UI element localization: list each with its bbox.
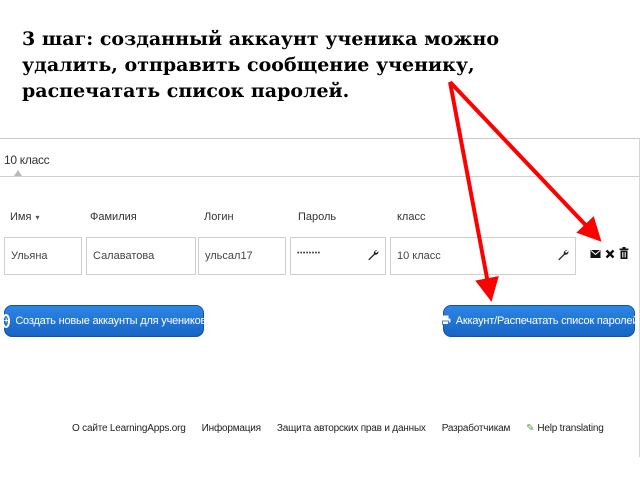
last-name-field[interactable]: Салаватова [86, 237, 196, 275]
first-name-value: Ульяна [11, 250, 48, 262]
footer-link-developers[interactable]: Разработчикам [442, 423, 511, 434]
footer-link-about[interactable]: О сайте LearningApps.org [72, 423, 186, 434]
caret-up-icon [14, 170, 22, 176]
header-class: класс [397, 211, 426, 223]
sort-down-icon[interactable]: ▾ [35, 213, 39, 222]
close-icon[interactable] [605, 248, 615, 262]
instruction-line-2: удалить, отправить сообщение ученику, [22, 54, 475, 76]
class-title[interactable]: 10 класс [4, 153, 50, 167]
footer-links: О сайте LearningApps.org Информация Защи… [72, 423, 604, 434]
footer-link-translate[interactable]: ✎ Help translating [526, 423, 604, 434]
password-field[interactable]: •••••••• [290, 237, 386, 275]
login-value: ульсал17 [205, 250, 253, 262]
footer-link-translate-label: Help translating [537, 423, 604, 434]
header-password: Пароль [298, 211, 337, 223]
wrench-icon[interactable] [557, 249, 569, 264]
footer-link-copyright[interactable]: Защита авторских прав и данных [277, 423, 426, 434]
create-accounts-button[interactable]: + Создать новые аккаунты для учеников [1, 305, 207, 337]
trash-icon[interactable] [619, 247, 629, 262]
password-value: •••••••• [297, 250, 321, 257]
footer-link-info[interactable]: Информация [202, 423, 261, 434]
last-name-value: Салаватова [93, 250, 155, 262]
screenshot-panel: 10 класс Имя ▾ Фамилия Логин Пароль класс… [0, 138, 640, 457]
puzzle-icon: ✎ [526, 423, 535, 434]
header-last-name: Фамилия [90, 211, 137, 223]
plus-circle-icon: + [1, 314, 11, 328]
class-value: 10 класс [397, 250, 441, 262]
print-passwords-label: Аккаунт/Распечатать список паролей [455, 315, 639, 327]
login-field[interactable]: ульсал17 [198, 237, 286, 275]
instruction-line-3: распечатать список паролей. [22, 80, 350, 102]
header-login: Логин [204, 211, 234, 223]
divider [0, 176, 640, 177]
first-name-field[interactable]: Ульяна [4, 237, 82, 275]
print-passwords-button[interactable]: Аккаунт/Распечатать список паролей [440, 305, 638, 337]
wrench-icon[interactable] [367, 249, 379, 264]
printer-icon [440, 315, 451, 328]
row-actions [590, 247, 629, 262]
envelope-icon[interactable] [590, 248, 601, 262]
instruction-line-1: 3 шаг: созданный аккаунт ученика можно [22, 28, 500, 50]
instruction-text: 3 шаг: созданный аккаунт ученика можно у… [22, 26, 582, 104]
create-accounts-label: Создать новые аккаунты для учеников [15, 315, 207, 327]
header-first-name[interactable]: Имя ▾ [10, 211, 39, 223]
header-first-name-label: Имя [10, 211, 32, 223]
class-field[interactable]: 10 класс [390, 237, 576, 275]
